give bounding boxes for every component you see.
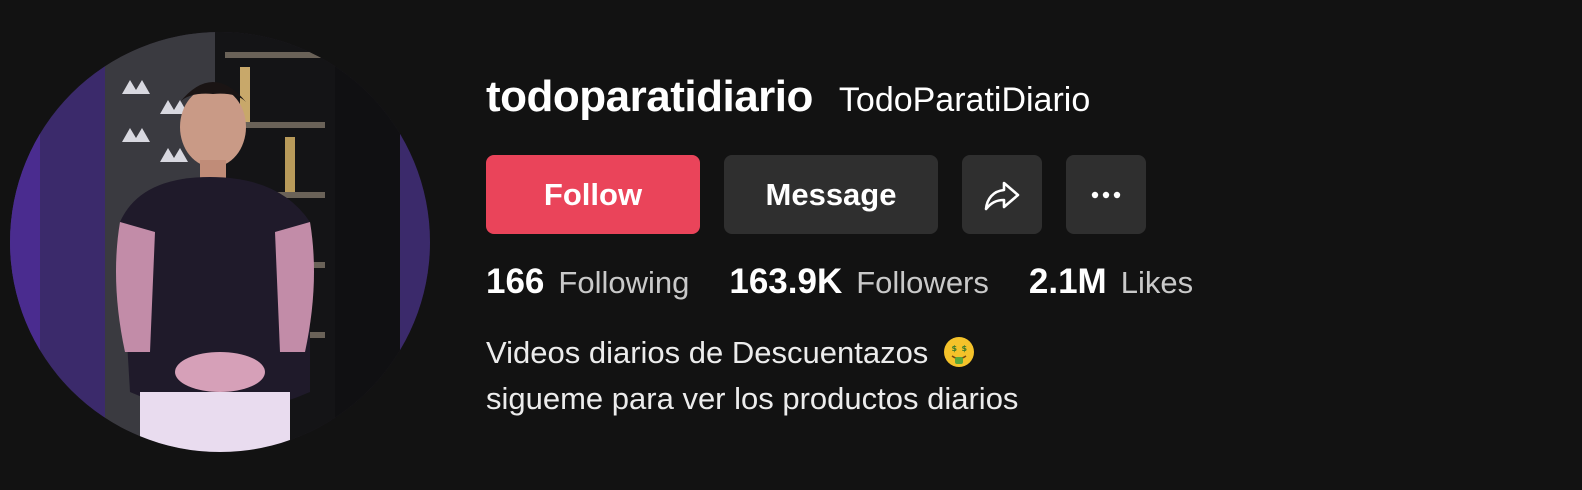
following-label: Following	[558, 265, 690, 300]
following-count: 166	[486, 262, 545, 301]
bio: Videos diarios de Descuentazos $ $ sigue…	[486, 332, 1018, 419]
more-dots-icon	[1091, 191, 1121, 198]
followers-label: Followers	[856, 265, 989, 300]
svg-text:$: $	[961, 344, 967, 353]
share-button[interactable]	[962, 155, 1042, 234]
likes-count: 2.1M	[1028, 262, 1107, 301]
username: todoparatidiario	[486, 72, 813, 121]
share-arrow-icon	[984, 181, 1020, 210]
profile-header: todoparatidiario TodoParatiDiario Follow…	[0, 0, 1582, 490]
follow-button[interactable]: Follow	[486, 155, 700, 234]
bio-line-1: Videos diarios de Descuentazos $ $	[486, 332, 1018, 378]
money-mouth-face-icon: $ $	[943, 336, 975, 378]
action-buttons: Follow Message	[486, 155, 1146, 234]
stat-likes: 2.1M Likes	[1029, 262, 1193, 302]
stat-followers[interactable]: 163.9K Followers	[729, 262, 989, 302]
stat-following[interactable]: 166 Following	[486, 262, 689, 302]
more-button[interactable]	[1066, 155, 1146, 234]
bio-line-2: sigueme para ver los productos diarios	[486, 381, 1019, 416]
followers-count: 163.9K	[729, 262, 843, 301]
message-button[interactable]: Message	[724, 155, 938, 234]
svg-text:$: $	[951, 344, 957, 353]
profile-names: todoparatidiario TodoParatiDiario	[486, 72, 1546, 134]
avatar[interactable]	[10, 32, 430, 452]
profile-photo	[10, 32, 430, 452]
display-name: TodoParatiDiario	[838, 81, 1091, 119]
profile-info: todoparatidiario TodoParatiDiario Follow…	[486, 72, 1546, 416]
bio-text-1: Videos diarios de Descuentazos	[486, 335, 929, 370]
likes-label: Likes	[1120, 265, 1194, 300]
profile-stats: 166 Following 163.9K Followers 2.1M Like…	[486, 262, 1233, 302]
